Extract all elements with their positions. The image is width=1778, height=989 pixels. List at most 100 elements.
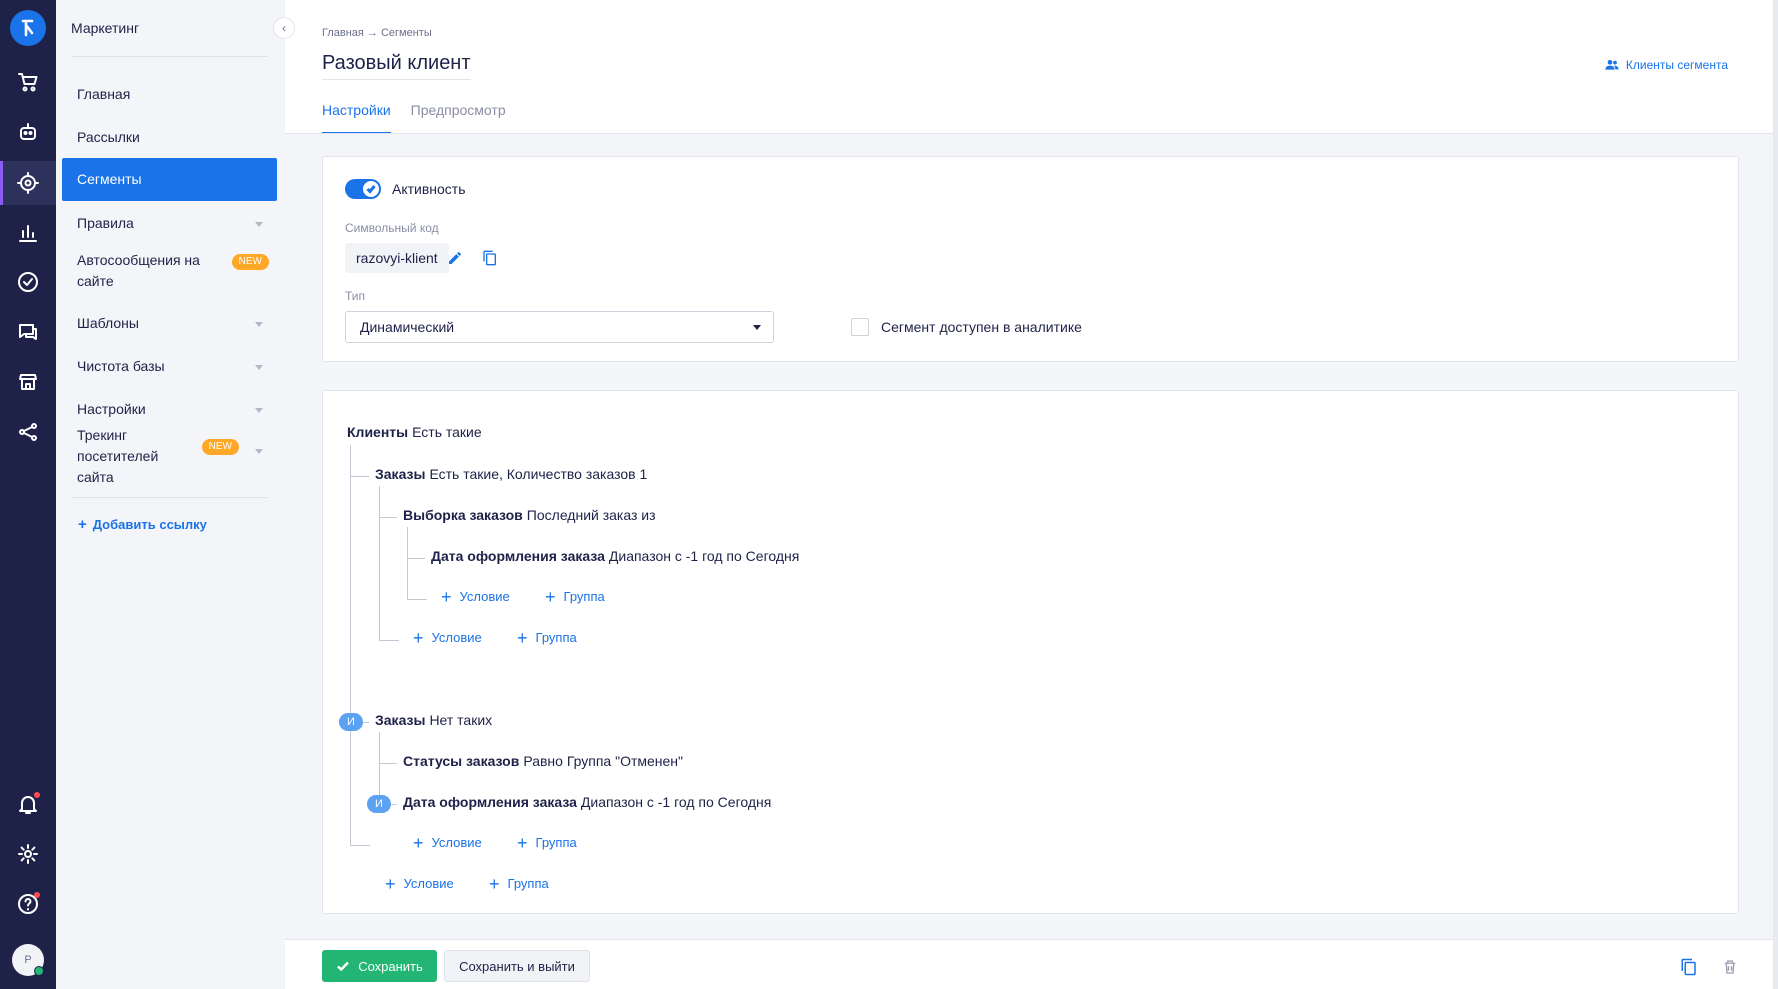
plus-icon: +	[489, 873, 500, 894]
chevron-left-icon: ‹	[282, 21, 286, 35]
copy-icon[interactable]	[1680, 958, 1698, 976]
help-icon[interactable]	[0, 882, 56, 926]
conditions-card: Клиенты Есть такие Заказы Есть такие, Коли…	[322, 390, 1739, 914]
node-condition: Последний заказ из	[526, 507, 656, 523]
node-entity: Выборка заказов	[403, 507, 523, 523]
type-select[interactable]: Динамический	[345, 311, 774, 343]
node-entity: Заказы	[375, 466, 426, 482]
save-button[interactable]: Сохранить	[322, 950, 437, 982]
chevron-down-icon	[255, 364, 263, 370]
add-group-label: Группа	[507, 876, 549, 891]
collapse-sidebar-button[interactable]: ‹	[273, 17, 295, 39]
sidebar-item-label: Настройки	[77, 401, 146, 417]
tree-node-clients[interactable]: Клиенты Есть такие	[347, 424, 482, 440]
edit-icon[interactable]	[445, 248, 465, 268]
node-condition: Нет таких	[429, 712, 493, 728]
sidebar-item-templates[interactable]: Шаблоны	[62, 313, 277, 334]
sidebar-item-settings[interactable]: Настройки	[62, 399, 277, 420]
code-value: razovyi-klient	[345, 243, 449, 273]
sidebar-item-label: Чистота базы	[77, 358, 165, 374]
add-group-button[interactable]: + Группа	[517, 629, 577, 647]
sidebar-item-label: Правила	[77, 215, 134, 231]
add-link-button[interactable]: + Добавить ссылку	[78, 516, 207, 533]
node-entity: Клиенты	[347, 424, 409, 440]
logo-icon[interactable]	[10, 10, 46, 46]
and-operator[interactable]: И	[339, 713, 363, 731]
sidebar-item-label: Трекинг посетителей сайта	[77, 426, 159, 485]
breadcrumb[interactable]: Главная → Сегменты	[322, 27, 432, 39]
add-condition-button[interactable]: + Условие	[413, 627, 482, 648]
active-toggle[interactable]	[345, 179, 381, 199]
sidebar-item-rules[interactable]: Правила	[62, 213, 277, 234]
tree-line	[407, 599, 427, 600]
chevron-down-icon	[255, 449, 263, 454]
plus-icon: +	[413, 627, 424, 648]
main-content: Главная → Сегменты Разовый клиент Клиент…	[285, 0, 1778, 989]
chevron-down-icon	[255, 221, 263, 227]
sidebar-item-tracking[interactable]: Трекинг посетителей сайта NEW	[62, 427, 277, 485]
cart-icon[interactable]	[0, 60, 56, 104]
sidebar-item-db-cleanliness[interactable]: Чистота базы	[62, 356, 277, 377]
add-group-button[interactable]: + Группа	[489, 873, 549, 894]
tree-line	[379, 640, 399, 641]
node-condition: Диапазон с -1 год по Сегодня	[580, 794, 772, 810]
copy-icon[interactable]	[480, 248, 500, 268]
tree-node-order-date[interactable]: Дата оформления заказа Диапазон с -1 год …	[403, 794, 771, 810]
gear-icon[interactable]	[0, 832, 56, 876]
tree-node-orders[interactable]: Заказы Есть такие, Количество заказов 1	[375, 466, 647, 482]
plus-icon: +	[517, 832, 528, 853]
save-and-exit-button[interactable]: Сохранить и выйти	[444, 950, 590, 982]
type-label: Тип	[345, 289, 366, 303]
add-condition-button[interactable]: + Условие	[441, 586, 510, 607]
code-label: Символьный код	[345, 221, 439, 235]
tabs: Настройки Предпросмотр	[322, 102, 506, 134]
add-condition-button[interactable]: + Условие	[385, 873, 454, 894]
footer-bar: Сохранить Сохранить и выйти	[285, 939, 1778, 989]
avatar[interactable]: Р	[12, 944, 44, 976]
and-operator[interactable]: И	[367, 795, 391, 813]
sidebar-item-autoposts[interactable]: Автосообщения на сайте NEW	[62, 250, 277, 292]
plus-icon: +	[78, 516, 87, 533]
tree-line	[407, 527, 408, 600]
segment-clients-label: Клиенты сегмента	[1625, 58, 1728, 72]
tree-node-order-selection[interactable]: Выборка заказов Последний заказ из	[403, 507, 656, 523]
check-circle-icon[interactable]	[0, 260, 56, 304]
save-label: Сохранить	[358, 958, 423, 974]
plus-icon: +	[441, 586, 452, 607]
page-title: Разовый клиент	[322, 52, 471, 80]
store-icon[interactable]	[0, 360, 56, 404]
tree-line	[407, 558, 425, 559]
chart-icon[interactable]	[0, 211, 56, 255]
tab-settings[interactable]: Настройки	[322, 102, 391, 134]
add-condition-button[interactable]: + Условие	[413, 832, 482, 853]
sidebar-item-home[interactable]: Главная	[62, 84, 277, 105]
sidebar-item-segments[interactable]: Сегменты	[62, 158, 277, 201]
sidebar: Маркетинг Главная Рассылки Сегменты Прав…	[56, 0, 285, 989]
scrollbar[interactable]	[1773, 0, 1778, 989]
sidebar-item-label: Сегменты	[77, 171, 142, 187]
target-icon[interactable]	[0, 161, 56, 205]
robot-icon[interactable]	[0, 110, 56, 154]
add-group-button[interactable]: + Группа	[517, 832, 577, 853]
plus-icon: +	[413, 832, 424, 853]
sidebar-item-label: Шаблоны	[77, 315, 139, 331]
analytics-checkbox[interactable]	[851, 318, 869, 336]
tree-node-orders[interactable]: Заказы Нет таких	[375, 712, 492, 728]
chat-icon[interactable]	[0, 310, 56, 354]
divider	[71, 56, 268, 57]
trash-icon[interactable]	[1721, 958, 1739, 976]
plus-icon: +	[385, 873, 396, 894]
bell-icon[interactable]	[0, 782, 56, 826]
share-icon[interactable]	[0, 410, 56, 454]
add-group-label: Группа	[563, 589, 605, 604]
tree-node-order-date[interactable]: Дата оформления заказа Диапазон с -1 год …	[431, 548, 799, 564]
add-group-button[interactable]: + Группа	[545, 588, 605, 606]
tree-line	[350, 845, 370, 846]
tree-node-order-status[interactable]: Статусы заказов Равно Группа "Отменен"	[403, 753, 683, 769]
add-condition-label: Условие	[431, 835, 482, 850]
sidebar-item-label: Автосообщения на сайте	[77, 252, 200, 289]
tab-preview[interactable]: Предпросмотр	[411, 102, 506, 134]
sidebar-item-mailings[interactable]: Рассылки	[62, 127, 277, 148]
node-condition: Есть такие	[412, 424, 482, 440]
segment-clients-link[interactable]: Клиенты сегмента	[1604, 57, 1728, 73]
